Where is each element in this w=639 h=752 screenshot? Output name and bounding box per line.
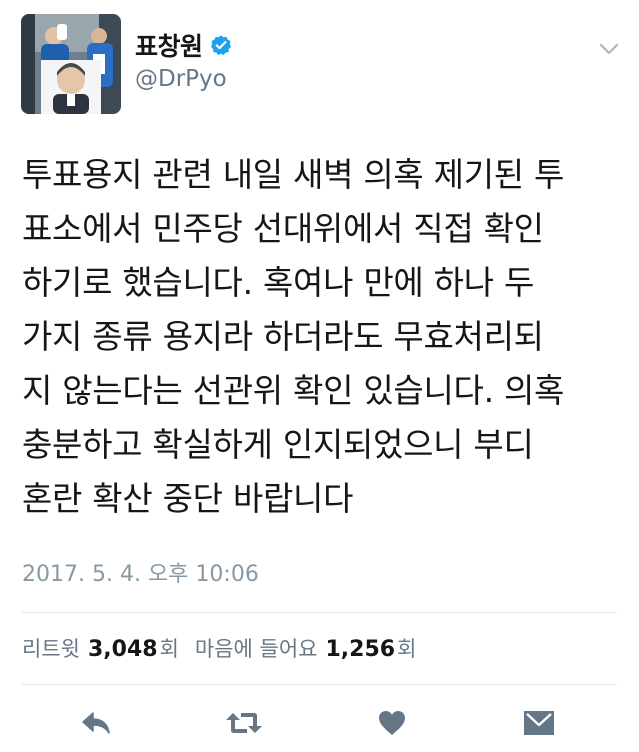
- tweet-header: 표창원 @DrPyo: [0, 0, 639, 130]
- engagement-stats: 리트윗 3,048 회 마음에 들어요 1,256 회: [22, 633, 416, 663]
- avatar-photo: [21, 14, 121, 114]
- verified-badge-icon: [210, 34, 232, 56]
- tweet-text: 투표용지 관련 내일 새벽 의혹 제기된 투 표소에서 민주당 선대위에서 직접…: [22, 148, 622, 526]
- like-button[interactable]: [375, 708, 409, 738]
- divider: [22, 684, 617, 685]
- divider: [22, 612, 617, 613]
- heart-icon: [379, 711, 405, 735]
- chevron-down-icon[interactable]: [598, 38, 620, 60]
- tweet-line: 하기로 했습니다. 혹여나 만에 하나 두: [22, 263, 535, 302]
- like-count[interactable]: 1,256: [326, 637, 396, 662]
- user-handle[interactable]: @DrPyo: [135, 66, 227, 92]
- reply-icon: [82, 712, 110, 734]
- tweet-line: 지 않는다는 선관위 확인 있습니다. 의혹: [22, 371, 565, 410]
- name-row: 표창원: [135, 28, 232, 62]
- tweet-line: 충분하고 확실하게 인지되었으니 부디: [22, 425, 534, 464]
- tweet-line: 혼란 확산 중단 바랍니다: [22, 479, 354, 518]
- tweet-line: 표소에서 민주당 선대위에서 직접 확인: [22, 209, 544, 248]
- envelope-icon: [524, 711, 554, 735]
- retweet-icon: [226, 713, 262, 733]
- like-unit: 회: [397, 637, 417, 661]
- retweet-button[interactable]: [224, 708, 264, 738]
- direct-message-button[interactable]: [522, 708, 556, 738]
- retweet-count[interactable]: 3,048: [88, 637, 158, 662]
- tweet-line: 가지 종류 용지라 하더라도 무효처리되: [22, 317, 544, 356]
- retweet-unit: 회: [159, 637, 179, 661]
- tweet-line: 투표용지 관련 내일 새벽 의혹 제기된 투: [22, 155, 565, 194]
- display-name[interactable]: 표창원: [135, 27, 203, 63]
- tweet-actions: [0, 700, 639, 746]
- tweet-timestamp[interactable]: 2017. 5. 4. 오후 10:06: [22, 556, 259, 588]
- retweet-stat-label[interactable]: 리트윗: [22, 633, 80, 663]
- avatar[interactable]: [21, 14, 121, 114]
- like-stat-label[interactable]: 마음에 들어요: [195, 633, 318, 663]
- reply-button[interactable]: [79, 708, 113, 738]
